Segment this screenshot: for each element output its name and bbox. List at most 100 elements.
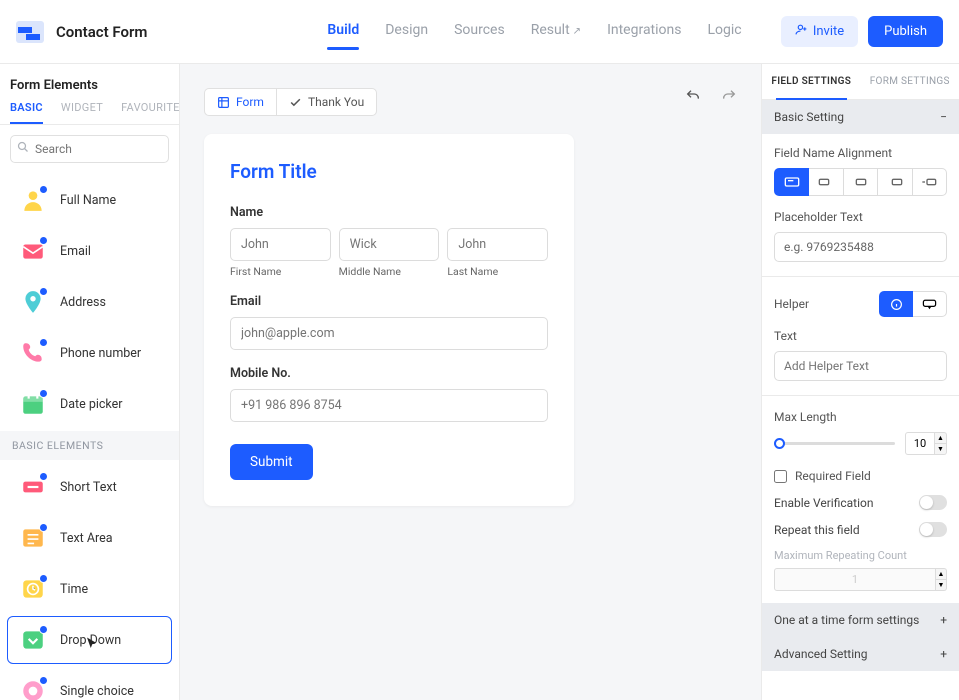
top-tab-result[interactable]: Result↗ xyxy=(531,22,581,42)
form-title[interactable]: Form Title xyxy=(230,160,548,183)
search-input[interactable] xyxy=(10,135,169,163)
clock-icon xyxy=(20,576,46,602)
tab-field-settings[interactable]: FIELD SETTINGS xyxy=(762,64,861,99)
required-row[interactable]: Required Field xyxy=(774,469,947,483)
inspector-tabs: FIELD SETTINGS FORM SETTINGS xyxy=(762,64,959,100)
placeholder-label: Placeholder Text xyxy=(774,210,947,224)
section-advanced-toggle[interactable]: Advanced Setting + xyxy=(762,637,959,671)
search-icon xyxy=(17,141,29,156)
maxlen-slider[interactable] xyxy=(774,442,895,445)
canvas-tabs: Form Thank You xyxy=(204,88,377,116)
last-name-sub: Last Name xyxy=(447,265,548,278)
person-icon xyxy=(20,187,46,213)
middle-name-input[interactable] xyxy=(339,228,440,261)
element-label: Short Text xyxy=(60,480,117,495)
sidebar-tab-favourite[interactable]: FAVOURITE xyxy=(121,101,180,114)
form-card: Form Title Name First Name Middle Name L… xyxy=(204,134,574,506)
section-oneattime-toggle[interactable]: One at a time form settings + xyxy=(762,603,959,637)
element-label: Single choice xyxy=(60,684,134,699)
sidebar-header: Form Elements xyxy=(0,64,179,101)
top-tab-design[interactable]: Design xyxy=(385,22,428,42)
undo-button[interactable] xyxy=(685,88,701,108)
maxlen-label: Max Length xyxy=(774,410,947,424)
top-nav-tabs: Build Design Sources Result↗ Integrations Log… xyxy=(327,22,741,42)
publish-button[interactable]: Publish xyxy=(868,16,943,47)
minus-icon: − xyxy=(940,110,947,124)
redo-button[interactable] xyxy=(721,88,737,108)
align-inline-btn[interactable] xyxy=(913,168,947,196)
element-full-name[interactable]: Full Name xyxy=(7,176,172,224)
repeat-label: Repeat this field xyxy=(774,523,860,537)
helper-text-input[interactable] xyxy=(774,351,947,381)
email-input[interactable] xyxy=(230,317,548,350)
top-actions: Invite Publish xyxy=(781,16,943,47)
short-text-icon xyxy=(20,474,46,500)
tab-form-settings[interactable]: FORM SETTINGS xyxy=(861,64,959,99)
last-name-input[interactable] xyxy=(447,228,548,261)
element-label: Address xyxy=(60,295,106,310)
sidebar-group-basic: BASIC ELEMENTS xyxy=(0,431,179,460)
map-pin-icon xyxy=(20,289,46,315)
align-top-btn[interactable] xyxy=(774,168,809,196)
first-name-sub: First Name xyxy=(230,265,331,278)
plus-icon: + xyxy=(940,647,947,661)
invite-label: Invite xyxy=(813,24,844,39)
mail-icon xyxy=(20,238,46,264)
required-checkbox[interactable] xyxy=(774,470,787,483)
top-tab-build[interactable]: Build xyxy=(327,22,359,42)
top-tab-sources[interactable]: Sources xyxy=(454,22,505,42)
helper-tooltip-btn[interactable] xyxy=(913,291,947,317)
section-basic-toggle[interactable]: Basic Setting − xyxy=(762,100,959,134)
invite-button[interactable]: Invite xyxy=(781,16,858,47)
element-address[interactable]: Address xyxy=(7,278,172,326)
canvas: Form Thank You Form Title Name xyxy=(180,64,761,700)
dropdown-icon xyxy=(20,627,46,653)
repeat-toggle[interactable] xyxy=(919,522,947,537)
left-sidebar: Form Elements BASIC WIDGET FAVOURITE Full … xyxy=(0,64,180,700)
element-label: Time xyxy=(60,582,88,597)
plus-icon: + xyxy=(940,613,947,627)
middle-name-sub: Middle Name xyxy=(339,265,440,278)
element-label: Phone number xyxy=(60,346,141,361)
align-right-btn[interactable] xyxy=(878,168,912,196)
radio-icon xyxy=(20,678,46,700)
spin-down[interactable]: ▼ xyxy=(935,443,947,455)
element-single-choice[interactable]: Single choice xyxy=(7,667,172,700)
helper-info-btn[interactable] xyxy=(879,291,913,317)
element-label: Email xyxy=(60,244,91,259)
undo-redo xyxy=(685,88,737,108)
element-drop-down[interactable]: Drop Down xyxy=(7,616,172,664)
first-name-input[interactable] xyxy=(230,228,331,261)
app-logo xyxy=(16,21,44,43)
align-left-btn[interactable] xyxy=(809,168,843,196)
element-time[interactable]: Time xyxy=(7,565,172,613)
top-tab-integrations[interactable]: Integrations xyxy=(607,22,681,42)
align-center-btn[interactable] xyxy=(844,168,878,196)
sidebar-tab-basic[interactable]: BASIC xyxy=(10,101,43,114)
verify-toggle[interactable] xyxy=(919,495,947,510)
canvas-tab-thankyou[interactable]: Thank You xyxy=(276,88,377,116)
sidebar-list: Full Name Email Address Phone number Date pi… xyxy=(0,173,179,700)
text-label: Text xyxy=(774,329,947,343)
element-phone-number[interactable]: Phone number xyxy=(7,329,172,377)
sidebar-tab-widget[interactable]: WIDGET xyxy=(61,101,103,114)
top-bar: Contact Form Build Design Sources Result↗ In… xyxy=(0,0,959,64)
maxlen-value-input[interactable]: ▲▼ xyxy=(905,432,947,455)
app-title: Contact Form xyxy=(56,23,147,41)
main-layout: Form Elements BASIC WIDGET FAVOURITE Full … xyxy=(0,64,959,700)
element-date-picker[interactable]: Date picker xyxy=(7,380,172,428)
spin-up[interactable]: ▲ xyxy=(935,432,947,443)
canvas-tab-form[interactable]: Form xyxy=(204,88,276,116)
calendar-icon xyxy=(20,391,46,417)
external-icon: ↗ xyxy=(573,26,581,37)
placeholder-input[interactable] xyxy=(774,232,947,262)
element-label: Drop Down xyxy=(60,633,121,648)
element-email[interactable]: Email xyxy=(7,227,172,275)
top-tab-logic[interactable]: Logic xyxy=(707,22,741,42)
element-short-text[interactable]: Short Text xyxy=(7,463,172,511)
sidebar-tabs: BASIC WIDGET FAVOURITE xyxy=(0,101,179,125)
element-text-area[interactable]: Text Area xyxy=(7,514,172,562)
mobile-input[interactable] xyxy=(230,389,548,422)
submit-button[interactable]: Submit xyxy=(230,444,313,480)
element-label: Full Name xyxy=(60,193,116,208)
